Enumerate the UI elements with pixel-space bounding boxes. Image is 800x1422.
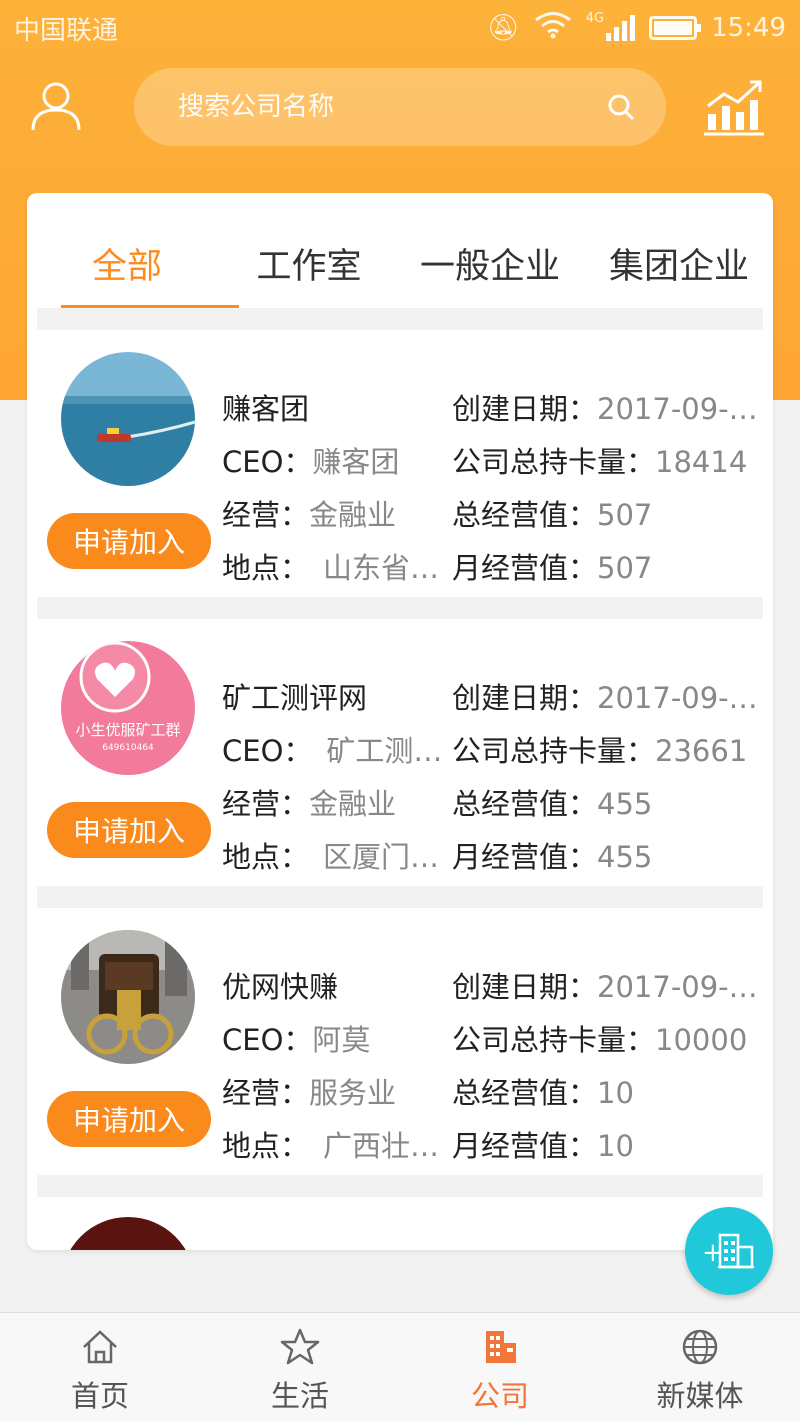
star-icon: [280, 1328, 320, 1365]
ceo-value: 阿莫: [312, 1022, 371, 1057]
company-avatar: [61, 352, 195, 486]
home-icon: [83, 1330, 117, 1364]
tab-general-enterprise[interactable]: 一般企业: [391, 193, 589, 308]
avatar-subtext: 649610464: [102, 743, 154, 753]
divider: [37, 597, 763, 619]
company-name: 赚客团: [222, 391, 310, 426]
nav-home[interactable]: 首页: [0, 1313, 200, 1422]
tab-group-enterprise[interactable]: 集团企业: [589, 193, 769, 308]
nav-company-label: 公司: [470, 1379, 529, 1413]
business-value: 金融业: [309, 786, 397, 821]
search-bar[interactable]: [134, 68, 666, 146]
battery-icon: [649, 16, 702, 40]
carrier-label: 中国联通: [14, 15, 119, 46]
company-avatar: [61, 1217, 195, 1250]
nav-new-media-label: 新媒体: [656, 1379, 744, 1413]
created-date: 2017-09-…: [597, 969, 758, 1004]
search-icon[interactable]: [606, 92, 636, 122]
total-value: 10: [597, 1075, 634, 1110]
clock: 15:49: [711, 13, 786, 43]
tab-studio[interactable]: 工作室: [227, 193, 391, 308]
cards-value: 23661: [655, 733, 748, 768]
nav-life-label: 生活: [270, 1379, 329, 1413]
location-value: 广西壮…: [323, 1128, 440, 1163]
status-bar: 中国联通 🔕︎ 4G 15:49: [0, 0, 800, 56]
mute-icon: 🔕︎: [486, 13, 520, 43]
nav-life[interactable]: 生活: [200, 1313, 400, 1422]
location-value: 山东省…: [323, 550, 440, 585]
bottom-navigation: 首页 生活 公司 新媒体: [0, 1312, 800, 1422]
company-item[interactable]: 申请加入 赚客团 创建日期：2017-09-… CEO：赚客团 公司总持卡量：1…: [27, 330, 773, 597]
tab-all[interactable]: 全部: [27, 193, 239, 308]
company-item[interactable]: 小生优服矿工群 649610464 申请加入 矿工测评网 创建日期：2017-0…: [27, 619, 773, 886]
company-avatar: 小生优服矿工群 649610464: [61, 641, 195, 775]
ceo-value: 矿工测…: [326, 733, 443, 768]
join-button[interactable]: 申请加入: [47, 802, 211, 858]
company-avatar: [61, 930, 195, 1064]
total-value: 455: [597, 786, 653, 821]
company-name: 优网快赚: [222, 969, 339, 1004]
company-name: 矿工测评网: [222, 680, 368, 715]
created-date: 2017-09-…: [597, 391, 758, 426]
cards-value: 18414: [655, 444, 748, 479]
cards-value: 10000: [655, 1022, 748, 1057]
divider: [37, 886, 763, 908]
chart-icon[interactable]: [702, 74, 766, 138]
total-value: 507: [597, 497, 653, 532]
monthly-value: 10: [597, 1128, 634, 1163]
created-date: 2017-09-…: [597, 680, 758, 715]
divider: [37, 1175, 763, 1197]
location-value: 区厦门…: [323, 839, 440, 874]
category-tabs: 全部 工作室 一般企业 集团企业: [27, 193, 773, 308]
top-bar: [0, 62, 800, 152]
business-value: 服务业: [309, 1075, 397, 1110]
join-button[interactable]: 申请加入: [47, 1091, 211, 1147]
avatar-text: 小生优服矿工群: [75, 721, 181, 739]
company-list-card: 全部 工作室 一般企业 集团企业 申请加入 赚客团 创建日期：2017-09-……: [27, 193, 773, 1250]
monthly-value: 455: [597, 839, 653, 874]
search-input[interactable]: [178, 92, 606, 122]
join-button[interactable]: 申请加入: [47, 513, 211, 569]
add-building-icon: +: [702, 1233, 754, 1269]
company-item[interactable]: 申请加入 优网快赚 创建日期：2017-09-… CEO：阿莫 公司总持卡量：1…: [27, 908, 773, 1175]
company-item[interactable]: [27, 1197, 773, 1250]
monthly-value: 507: [597, 550, 653, 585]
nav-home-label: 首页: [70, 1379, 129, 1413]
network-label: 4G: [585, 10, 605, 26]
wifi-icon: [534, 11, 572, 46]
user-icon[interactable]: [30, 80, 82, 132]
signal-icon: [606, 15, 636, 41]
nav-new-media[interactable]: 新媒体: [600, 1313, 800, 1422]
globe-icon: [682, 1329, 718, 1365]
business-value: 金融业: [309, 497, 397, 532]
nav-company[interactable]: 公司: [400, 1313, 600, 1422]
add-company-button[interactable]: +: [685, 1207, 773, 1295]
ceo-value: 赚客团: [312, 444, 400, 479]
divider: [37, 308, 763, 330]
building-icon: [486, 1331, 516, 1363]
